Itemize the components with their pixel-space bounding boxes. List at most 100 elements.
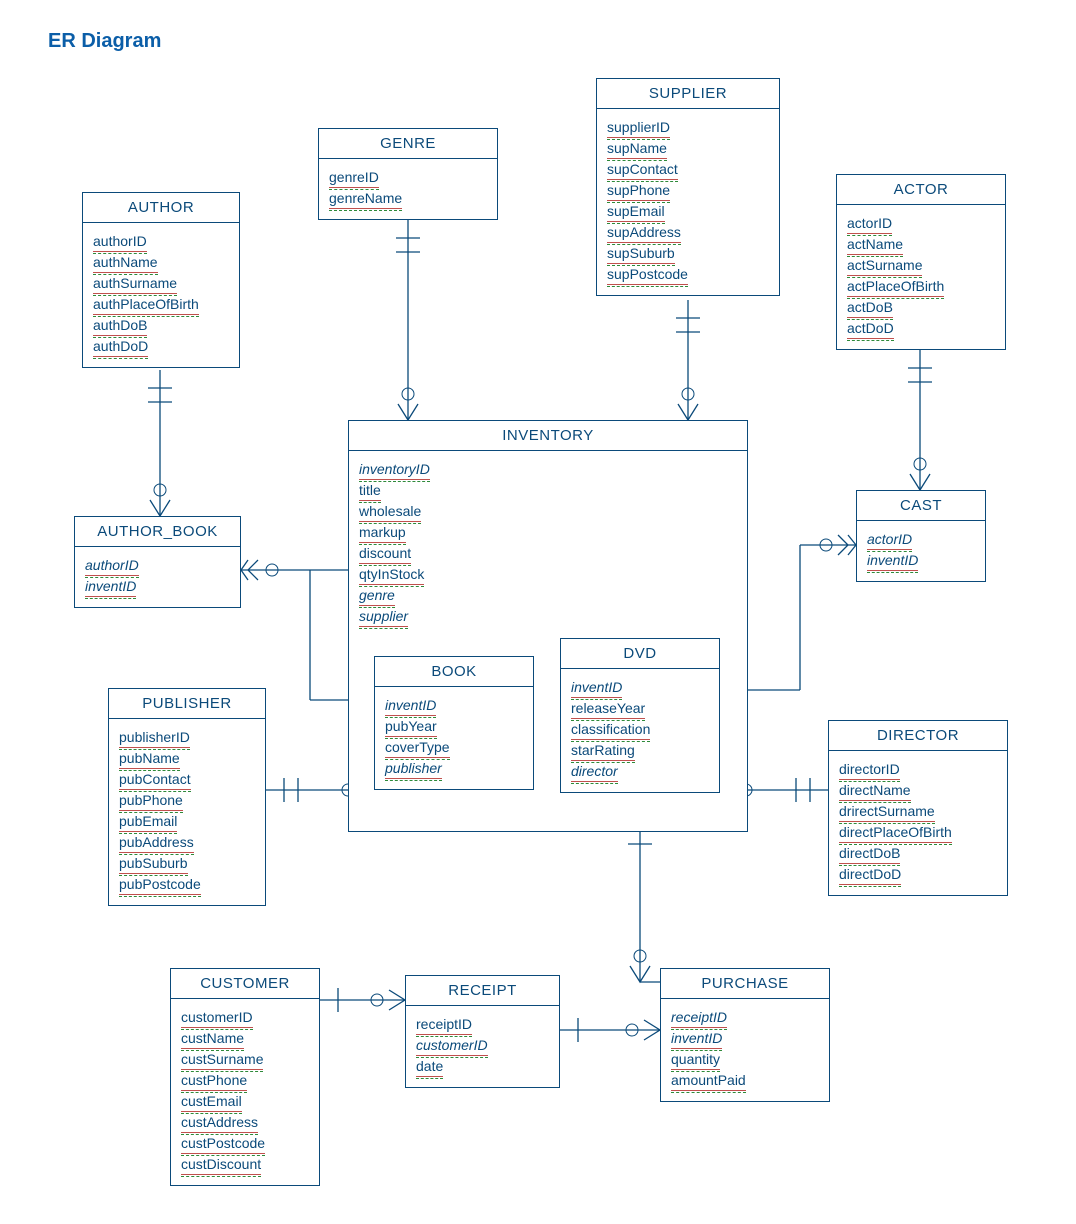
- entity-title: BOOK: [375, 657, 533, 687]
- attr-fk: director: [571, 761, 618, 782]
- attr: actSurname: [847, 255, 922, 276]
- attr: custDiscount: [181, 1154, 261, 1175]
- attr: actorID: [847, 213, 892, 234]
- entity-receipt: RECEIPT receiptID customerID date: [405, 975, 560, 1088]
- attr: discount: [359, 543, 411, 564]
- attr: releaseYear: [571, 698, 645, 719]
- attr: wholesale: [359, 501, 421, 522]
- attr: pubEmail: [119, 811, 177, 832]
- attr: supPhone: [607, 180, 670, 201]
- attr: pubContact: [119, 769, 191, 790]
- attr: supEmail: [607, 201, 665, 222]
- attr: supAddress: [607, 222, 681, 243]
- attr: authorID: [93, 231, 147, 252]
- entity-actor: ACTOR actorID actName actSurname actPlac…: [836, 174, 1006, 350]
- attr: authPlaceOfBirth: [93, 294, 199, 315]
- entity-title: INVENTORY: [349, 421, 747, 451]
- attr: customerID: [181, 1007, 253, 1028]
- er-diagram-canvas: ER Diagram: [0, 0, 1076, 1224]
- entity-title: CUSTOMER: [171, 969, 319, 999]
- entity-body: authorID authName authSurname authPlaceO…: [83, 223, 239, 367]
- entity-title: AUTHOR: [83, 193, 239, 223]
- attr-fk: authorID: [85, 555, 139, 576]
- attr-fk: genre: [359, 585, 395, 606]
- entity-dvd: DVD inventID releaseYear classification …: [560, 638, 720, 793]
- attr: actPlaceOfBirth: [847, 276, 944, 297]
- attr: actName: [847, 234, 903, 255]
- attr: publisherID: [119, 727, 190, 748]
- attr: pubPhone: [119, 790, 183, 811]
- entity-title: RECEIPT: [406, 976, 559, 1006]
- entity-author: AUTHOR authorID authName authSurname aut…: [82, 192, 240, 368]
- attr: authName: [93, 252, 158, 273]
- entity-cast: CAST actorID inventID: [856, 490, 986, 582]
- attr: pubYear: [385, 716, 437, 737]
- attr-fk: inventID: [571, 677, 622, 698]
- attr-fk: supplier: [359, 606, 408, 627]
- entity-director: DIRECTOR directorID directName drirectSu…: [828, 720, 1008, 896]
- attr: pubName: [119, 748, 180, 769]
- attr-fk: actorID: [867, 529, 912, 550]
- attr: classification: [571, 719, 650, 740]
- attr: pubSuburb: [119, 853, 188, 874]
- entity-title: PURCHASE: [661, 969, 829, 999]
- entity-title: DVD: [561, 639, 719, 669]
- attr: quantity: [671, 1049, 720, 1070]
- attr: actDoD: [847, 318, 894, 339]
- attr: custPostcode: [181, 1133, 265, 1154]
- attr: pubAddress: [119, 832, 194, 853]
- entity-title: DIRECTOR: [829, 721, 1007, 751]
- attr: genreName: [329, 188, 402, 209]
- attr: starRating: [571, 740, 635, 761]
- attr: date: [416, 1056, 443, 1077]
- entity-book: BOOK inventID pubYear coverType publishe…: [374, 656, 534, 790]
- page-title: ER Diagram: [48, 30, 161, 53]
- attr-fk: customerID: [416, 1035, 488, 1056]
- attr: amountPaid: [671, 1070, 746, 1091]
- entity-title: GENRE: [319, 129, 497, 159]
- attr: directorID: [839, 759, 900, 780]
- attr: directDoB: [839, 843, 900, 864]
- attr: custName: [181, 1028, 244, 1049]
- entity-title: AUTHOR_BOOK: [75, 517, 240, 547]
- attr-fk: inventID: [671, 1028, 722, 1049]
- entity-title: ACTOR: [837, 175, 1005, 205]
- attr: supPostcode: [607, 264, 688, 285]
- attr-fk: inventID: [85, 576, 136, 597]
- entity-title: CAST: [857, 491, 985, 521]
- attr-fk: inventID: [867, 550, 918, 571]
- attr: actDoB: [847, 297, 893, 318]
- attr: supSuburb: [607, 243, 675, 264]
- entity-supplier: SUPPLIER supplierID supName supContact s…: [596, 78, 780, 296]
- attr: supContact: [607, 159, 678, 180]
- attr: drirectSurname: [839, 801, 935, 822]
- entity-customer: CUSTOMER customerID custName custSurname…: [170, 968, 320, 1186]
- entity-title: SUPPLIER: [597, 79, 779, 109]
- entity-purchase: PURCHASE receiptID inventID quantity amo…: [660, 968, 830, 1102]
- attr: supName: [607, 138, 667, 159]
- attr: supplierID: [607, 117, 670, 138]
- attr: pubPostcode: [119, 874, 201, 895]
- attr: coverType: [385, 737, 450, 758]
- attr: directName: [839, 780, 911, 801]
- attr: custAddress: [181, 1112, 258, 1133]
- attr: authSurname: [93, 273, 177, 294]
- attr: directDoD: [839, 864, 901, 885]
- attr-fk: inventoryID: [359, 459, 430, 480]
- attr-fk: receiptID: [671, 1007, 727, 1028]
- attr-fk: inventID: [385, 695, 436, 716]
- attr: authDoB: [93, 315, 147, 336]
- attr: markup: [359, 522, 406, 543]
- attr: qtyInStock: [359, 564, 424, 585]
- attr: custPhone: [181, 1070, 247, 1091]
- attr: receiptID: [416, 1014, 472, 1035]
- attr: title: [359, 480, 381, 501]
- attr: authDoD: [93, 336, 148, 357]
- attr: genreID: [329, 167, 379, 188]
- entity-publisher: PUBLISHER publisherID pubName pubContact…: [108, 688, 266, 906]
- entity-title: PUBLISHER: [109, 689, 265, 719]
- entity-author-book: AUTHOR_BOOK authorID inventID: [74, 516, 241, 608]
- attr: directPlaceOfBirth: [839, 822, 952, 843]
- entity-genre: GENRE genreID genreName: [318, 128, 498, 220]
- attr: custSurname: [181, 1049, 263, 1070]
